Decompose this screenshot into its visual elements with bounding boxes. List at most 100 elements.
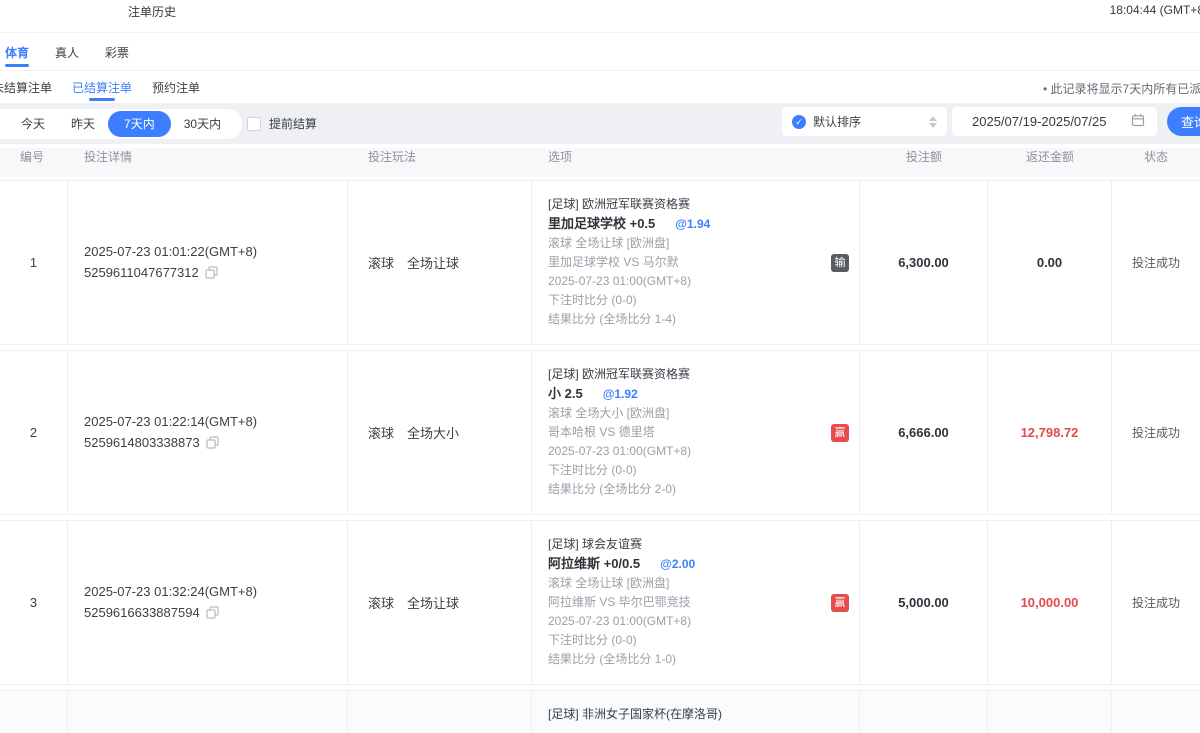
range-7days[interactable]: 7天内 bbox=[108, 111, 171, 137]
market: 滚球 全场让球 [欧洲盘] bbox=[548, 234, 831, 253]
copy-icon[interactable] bbox=[205, 264, 218, 285]
bet-detail-cell bbox=[68, 691, 348, 733]
query-button[interactable]: 查询 bbox=[1167, 107, 1200, 136]
bet-detail-cell: 2025-07-23 01:32:24(GMT+8) 5259616633887… bbox=[68, 521, 348, 684]
play-cell: 滚球 全场让球 bbox=[348, 521, 532, 684]
date-range-value: 2025/07/19-2025/07/25 bbox=[972, 114, 1106, 129]
col-detail: 投注详情 bbox=[68, 148, 348, 177]
league: [足球] 非洲女子国家杯(在摩洛哥) bbox=[548, 705, 831, 724]
title-bar: 注单历史 18:04:44 (GMT+8 bbox=[0, 0, 1200, 33]
play-market: 全场让球 bbox=[407, 253, 459, 272]
status-text: 投注成功 bbox=[1112, 521, 1200, 684]
col-option: 选项 bbox=[532, 148, 860, 177]
bet-id: 5259611047677312 bbox=[84, 265, 199, 280]
league: [足球] 欧洲冠军联赛资格赛 bbox=[548, 365, 831, 384]
date-range-segmented-control: 今天 昨天 7天内 30天内 bbox=[0, 109, 242, 139]
odds: @1.94 bbox=[675, 217, 710, 231]
result-badge-win: 赢 bbox=[831, 594, 849, 612]
subtab-unsettled[interactable]: 未结算注单 bbox=[0, 71, 52, 103]
col-stake: 投注额 bbox=[860, 148, 988, 177]
table-header: 编号 投注详情 投注玩法 选项 投注额 返还金额 状态 bbox=[0, 148, 1200, 177]
table-row: 1 2025-07-23 01:01:22(GMT+8) 52596110476… bbox=[0, 180, 1200, 345]
option-cell: [足球] 非洲女子国家杯(在摩洛哥) bbox=[532, 691, 860, 733]
copy-icon[interactable] bbox=[206, 434, 219, 455]
bet-time: 2025-07-23 01:32:24(GMT+8) bbox=[84, 581, 347, 602]
option-cell: [足球] 球会友谊赛 阿拉维斯 +0/0.5@2.00 滚球 全场让球 [欧洲盘… bbox=[532, 521, 860, 684]
page-title: 注单历史 bbox=[128, 3, 176, 20]
sort-arrows-icon bbox=[929, 116, 937, 128]
selection: 里加足球学校 +0.5 bbox=[548, 216, 655, 231]
table-row: 2 2025-07-23 01:22:14(GMT+8) 52596148033… bbox=[0, 350, 1200, 515]
bet-id: 5259616633887594 bbox=[84, 605, 200, 620]
bet-id-line: 5259611047677312 bbox=[84, 262, 347, 285]
score-at-bet: 下注时比分 (0-0) bbox=[548, 631, 831, 650]
status-text bbox=[1112, 691, 1200, 733]
play-cell: 滚球 全场大小 bbox=[348, 351, 532, 514]
records-notice: • 此记录将显示7天内所有已派彩的 bbox=[1043, 80, 1200, 97]
subtab-scheduled[interactable]: 预约注单 bbox=[152, 71, 200, 103]
match-time: 2025-07-23 01:00(GMT+8) bbox=[548, 442, 831, 461]
main-tabs: 体育 真人 彩票 bbox=[0, 34, 1200, 71]
row-number bbox=[0, 691, 68, 733]
play-market: 全场大小 bbox=[407, 423, 459, 442]
col-payout: 返还金额 bbox=[988, 148, 1112, 177]
table-row: [足球] 非洲女子国家杯(在摩洛哥) bbox=[0, 690, 1200, 733]
row-number: 2 bbox=[0, 351, 68, 514]
tab-sports[interactable]: 体育 bbox=[5, 34, 29, 71]
match-time: 2025-07-23 01:00(GMT+8) bbox=[548, 272, 831, 291]
score-at-bet: 下注时比分 (0-0) bbox=[548, 461, 831, 480]
sort-select[interactable]: ✓ 默认排序 bbox=[782, 107, 947, 136]
clock: 18:04:44 (GMT+8 bbox=[1110, 3, 1200, 17]
stake-amount: 6,666.00 bbox=[860, 351, 988, 514]
subtab-settled[interactable]: 已结算注单 bbox=[72, 71, 132, 103]
date-range-picker[interactable]: 2025/07/19-2025/07/25 bbox=[952, 107, 1157, 136]
play-cell bbox=[348, 691, 532, 733]
market: 滚球 全场让球 [欧洲盘] bbox=[548, 574, 831, 593]
status-text: 投注成功 bbox=[1112, 351, 1200, 514]
odds: @2.00 bbox=[660, 557, 695, 571]
selection: 小 2.5 bbox=[548, 386, 583, 401]
stake-amount: 5,000.00 bbox=[860, 521, 988, 684]
play-type: 滚球 bbox=[368, 593, 394, 612]
stake-amount bbox=[860, 691, 988, 733]
option-cell: [足球] 欧洲冠军联赛资格赛 里加足球学校 +0.5 @1.94 滚球 全场让球 … bbox=[532, 181, 860, 344]
bet-history-table: 编号 投注详情 投注玩法 选项 投注额 返还金额 状态 1 2025-07-23… bbox=[0, 148, 1200, 733]
play-type: 滚球 bbox=[368, 253, 394, 272]
league: [足球] 欧洲冠军联赛资格赛 bbox=[548, 195, 831, 214]
row-number: 3 bbox=[0, 521, 68, 684]
tab-live[interactable]: 真人 bbox=[55, 34, 79, 71]
match: 阿拉维斯 VS 毕尔巴鄂竞技 bbox=[548, 593, 831, 612]
bet-detail-cell: 2025-07-23 01:22:14(GMT+8) 5259614803338… bbox=[68, 351, 348, 514]
play-cell: 滚球 全场让球 bbox=[348, 181, 532, 344]
result-badge-lose: 输 bbox=[831, 254, 849, 272]
result-score: 结果比分 (全场比分 1-0) bbox=[548, 650, 831, 669]
sort-select-value: 默认排序 bbox=[813, 113, 922, 130]
match: 哥本哈根 VS 德里塔 bbox=[548, 423, 831, 442]
status-text: 投注成功 bbox=[1112, 181, 1200, 344]
bet-id: 5259614803338873 bbox=[84, 435, 200, 450]
col-no: 编号 bbox=[0, 148, 68, 177]
result-badge-win: 赢 bbox=[831, 424, 849, 442]
table-row: 3 2025-07-23 01:32:24(GMT+8) 52596166338… bbox=[0, 520, 1200, 685]
stake-amount: 6,300.00 bbox=[860, 181, 988, 344]
copy-icon[interactable] bbox=[206, 604, 219, 625]
tab-lottery[interactable]: 彩票 bbox=[105, 34, 129, 71]
result-score: 结果比分 (全场比分 2-0) bbox=[548, 480, 831, 499]
league: [足球] 球会友谊赛 bbox=[548, 535, 831, 554]
early-settle-checkbox[interactable] bbox=[247, 117, 261, 131]
range-yesterday[interactable]: 昨天 bbox=[58, 111, 108, 137]
early-settle-filter: 提前结算 bbox=[247, 103, 317, 144]
play-type: 滚球 bbox=[368, 423, 394, 442]
early-settle-label[interactable]: 提前结算 bbox=[269, 115, 317, 132]
play-market: 全场让球 bbox=[407, 593, 459, 612]
col-play: 投注玩法 bbox=[348, 148, 532, 177]
sub-tabs: 未结算注单 已结算注单 预约注单 bbox=[0, 71, 1200, 103]
match: 里加足球学校 VS 马尔默 bbox=[548, 253, 831, 272]
bet-time: 2025-07-23 01:22:14(GMT+8) bbox=[84, 411, 347, 432]
payout-amount: 12,798.72 bbox=[988, 351, 1112, 514]
range-today[interactable]: 今天 bbox=[8, 111, 58, 137]
score-at-bet: 下注时比分 (0-0) bbox=[548, 291, 831, 310]
range-30days[interactable]: 30天内 bbox=[171, 111, 234, 137]
bet-id-line: 5259614803338873 bbox=[84, 432, 347, 455]
odds: @1.92 bbox=[603, 387, 638, 401]
